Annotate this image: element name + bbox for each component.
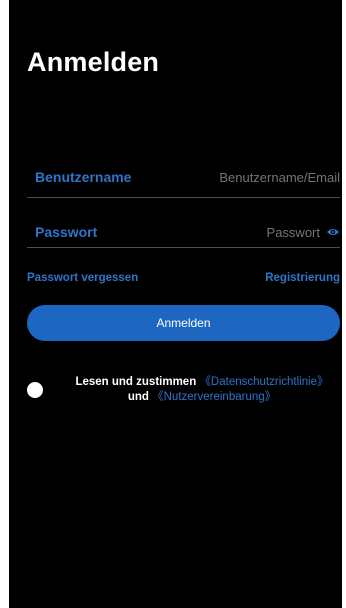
eye-icon[interactable] [326,227,340,237]
password-input-group [200,224,340,240]
username-input[interactable] [190,169,340,185]
login-screen: Anmelden Benutzername Passwort Passwort … [9,0,342,608]
agreement-text: Lesen und zustimmen 《Datenschutzrichtlin… [61,375,342,405]
password-divider [27,247,340,248]
forgot-password-link[interactable]: Passwort vergessen [27,272,138,284]
auth-links: Passwort vergessen Registrierung [27,272,340,284]
agreement-connector: und [127,391,149,403]
terms-link[interactable]: 《Nutzervereinbarung》 [152,391,276,403]
login-button[interactable]: Anmelden [27,305,340,341]
page-title: Anmelden [27,47,160,77]
username-divider [27,197,340,198]
register-link[interactable]: Registrierung [265,272,340,284]
password-input[interactable] [200,224,320,240]
agreement-prefix: Lesen und zustimmen [75,376,197,388]
privacy-policy-link[interactable]: 《Datenschutzrichtlinie》 [199,376,328,388]
username-label: Benutzername [35,169,132,185]
password-label: Passwort [35,224,98,240]
agreement-radio[interactable] [27,382,43,398]
password-row[interactable]: Passwort [27,216,340,248]
username-row[interactable]: Benutzername [27,161,340,193]
